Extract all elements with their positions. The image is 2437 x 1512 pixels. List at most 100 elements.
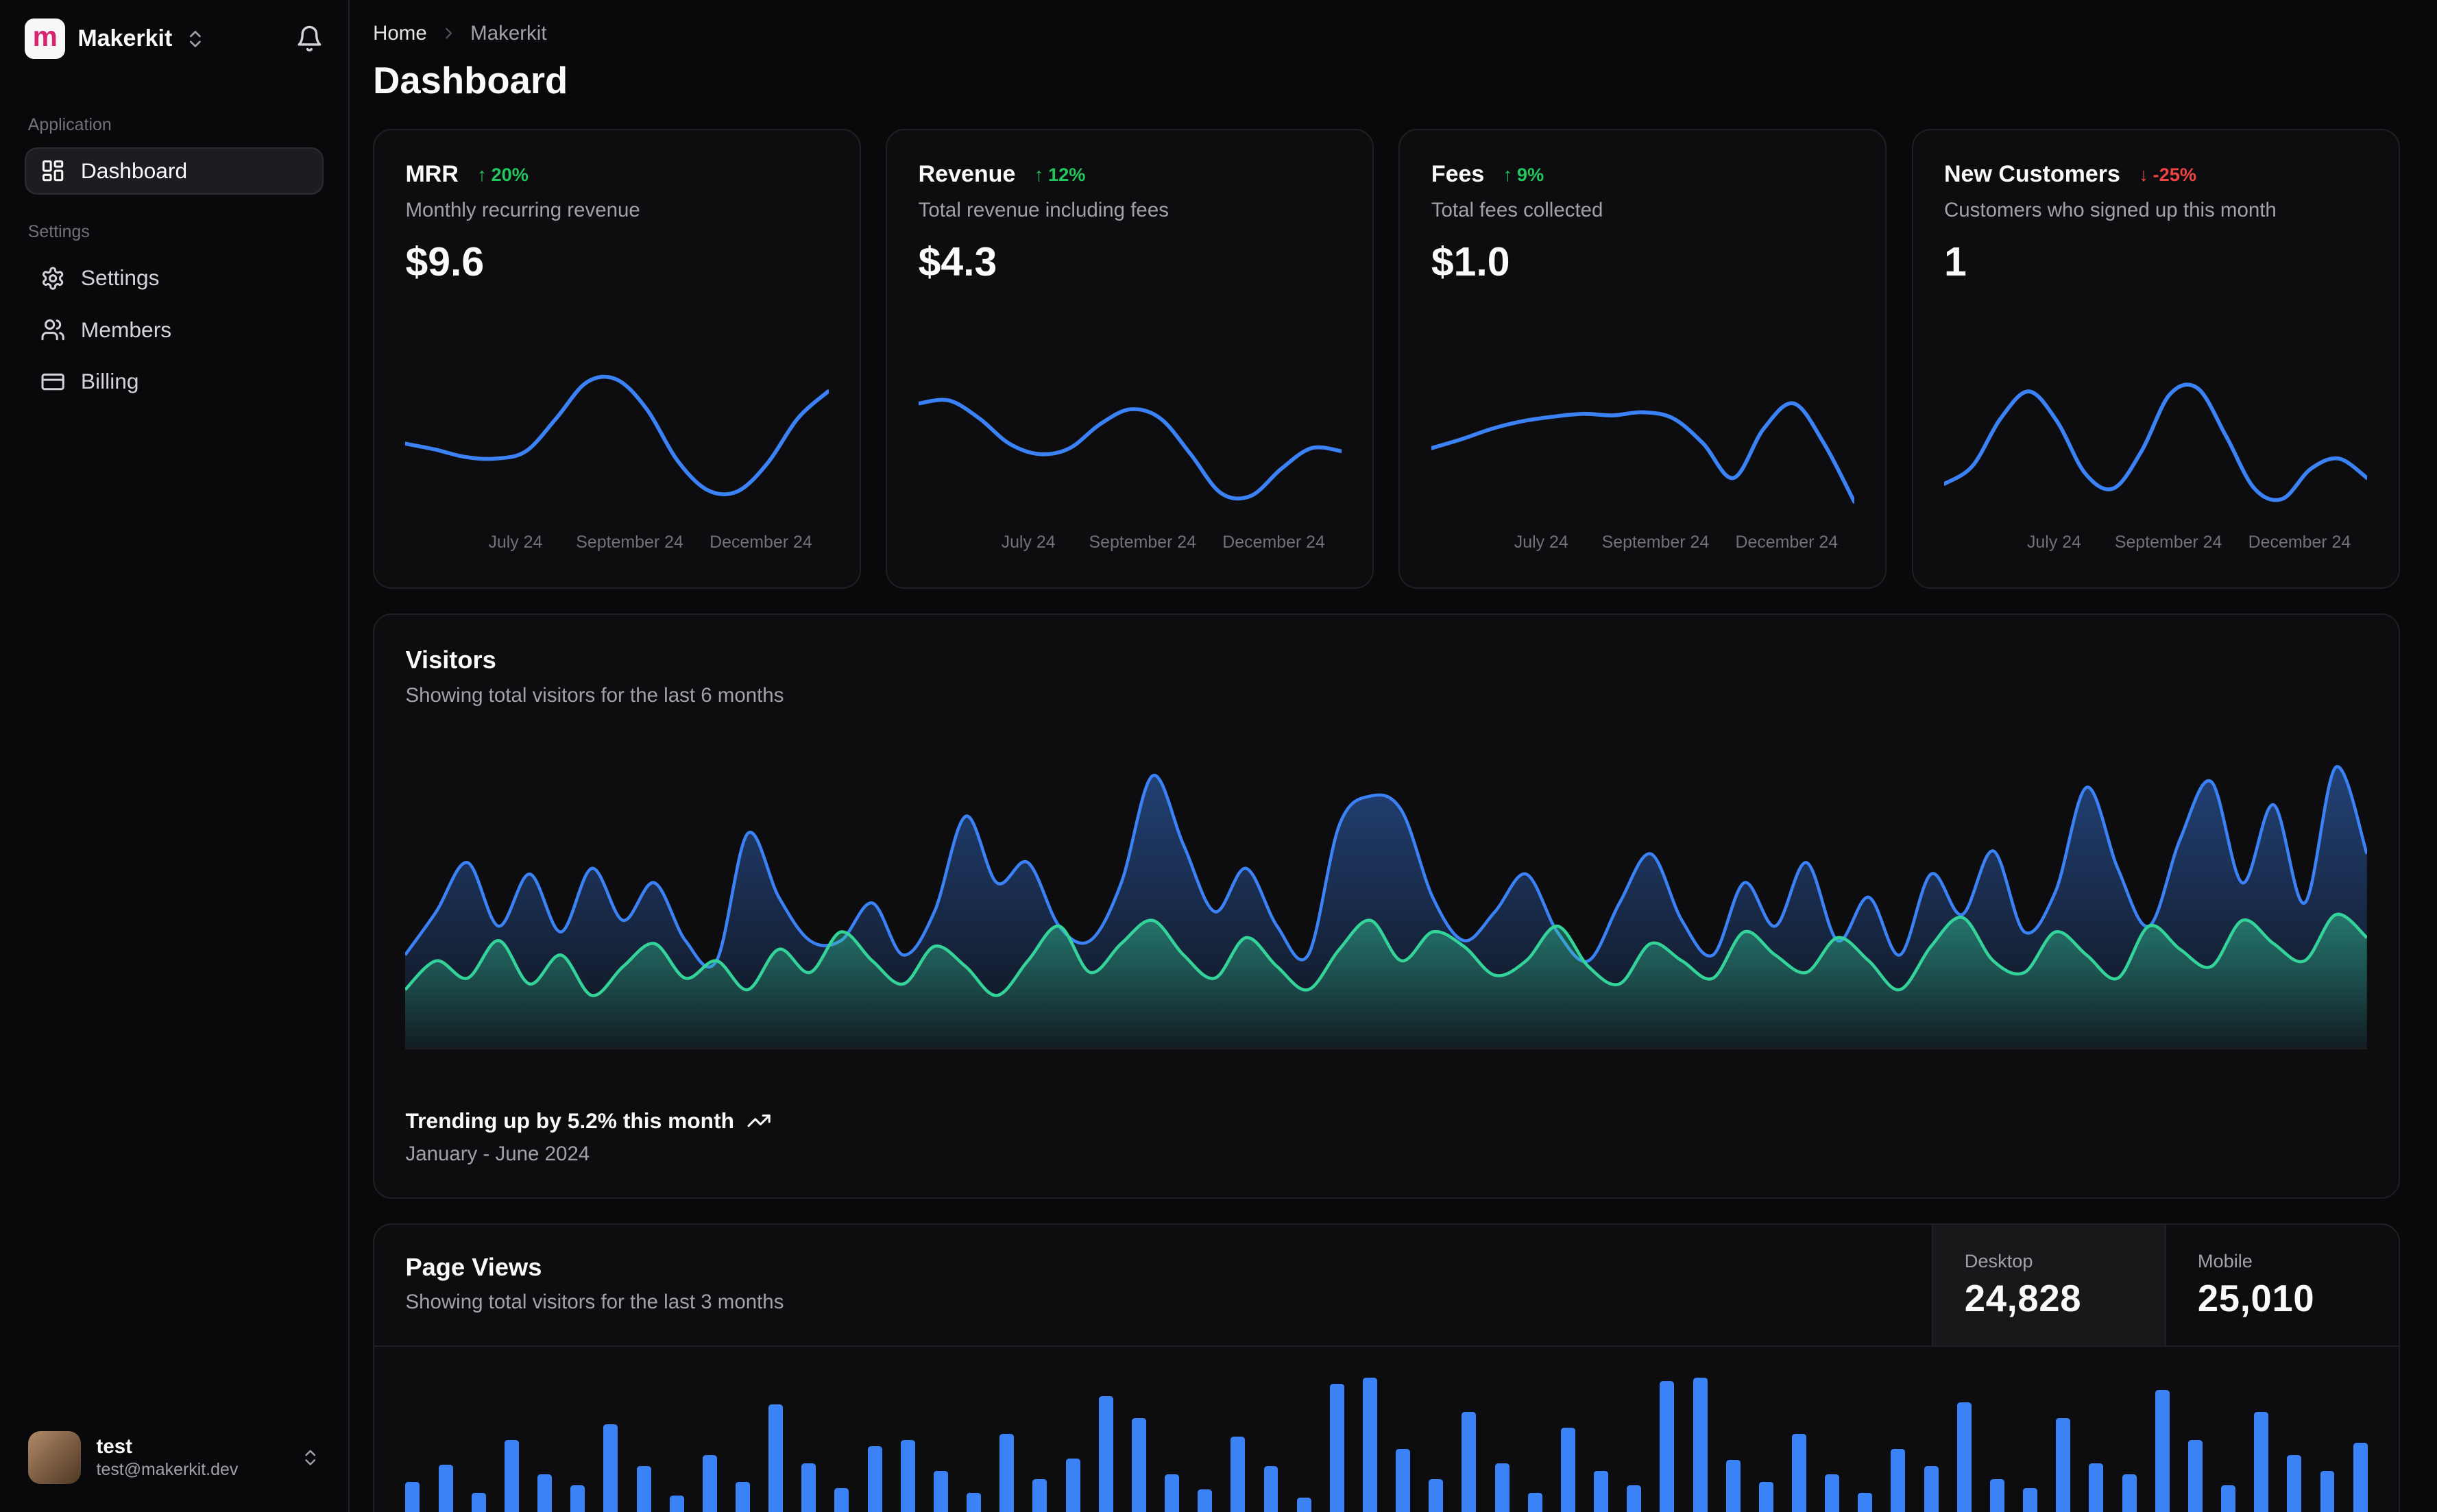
sparkline-svg <box>405 375 829 497</box>
notifications-button[interactable] <box>295 25 324 53</box>
pageviews-bar <box>867 1446 882 1512</box>
trend-note: Trending up by 5.2% this month <box>405 1108 735 1133</box>
trend-arrow-icon: ↑ <box>1034 163 1044 185</box>
pageviews-bar <box>669 1496 684 1512</box>
sparkline-chart-fees: July 24 September 24 December 24 <box>1431 352 1855 557</box>
pageviews-bar <box>1263 1466 1278 1512</box>
visitors-title: Visitors <box>405 646 496 674</box>
user-name: test <box>96 1435 132 1459</box>
pageviews-bar <box>1198 1489 1213 1512</box>
main-content: Home Makerkit Dashboard MRR ↑ 20% Monthl… <box>350 0 2437 1512</box>
sparkline-svg <box>1431 401 1855 504</box>
pageviews-bar <box>603 1424 618 1512</box>
pageviews-bar <box>636 1466 651 1512</box>
trend-value: -25% <box>2153 163 2197 185</box>
sparkline-svg <box>918 398 1342 501</box>
pageviews-bar <box>1924 1466 1939 1512</box>
trend-badge: ↑ 9% <box>1503 164 1544 186</box>
pageviews-bar <box>1594 1471 1609 1512</box>
dashboard-icon <box>42 160 64 182</box>
user-menu[interactable]: test test@makerkit.dev <box>25 1425 324 1490</box>
date-range: January - June 2024 <box>405 1143 590 1166</box>
stat-toggle-mobile[interactable]: Mobile 25,010 <box>2165 1225 2398 1345</box>
visitors-card: Visitors Showing total visitors for the … <box>373 613 2400 1199</box>
stat-toggle-value: 25,010 <box>2197 1277 2315 1319</box>
pageviews-bar <box>1989 1478 2004 1512</box>
pageviews-bar <box>2187 1439 2203 1512</box>
trend-arrow-icon: ↓ <box>2139 163 2148 185</box>
visitors-footer: Trending up by 5.2% this month January -… <box>405 1108 2367 1167</box>
sidebar-item-members[interactable]: Members <box>25 306 324 354</box>
avatar <box>27 1431 81 1485</box>
workspace-selector[interactable]: m Makerkit <box>25 19 206 60</box>
stat-value: $1.0 <box>1431 239 1510 284</box>
trend-arrow-icon: ↑ <box>1503 163 1513 185</box>
sidebar-item-settings[interactable]: Settings <box>25 255 324 302</box>
stat-description: Monthly recurring revenue <box>405 198 640 221</box>
user-email: test@makerkit.dev <box>96 1460 239 1480</box>
chevron-right-icon <box>445 27 452 39</box>
stat-description: Total revenue including fees <box>918 198 1169 221</box>
workspace-name: Makerkit <box>77 25 173 52</box>
x-tick: September 24 <box>1089 533 1197 552</box>
billing-icon <box>41 373 64 390</box>
stat-toggle-label: Desktop <box>1964 1250 2033 1272</box>
stat-card-fees: Fees ↑ 9% Total fees collected $1.0 July… <box>1398 128 1887 589</box>
pageviews-bar <box>1329 1384 1344 1512</box>
trending-up-icon <box>747 1114 771 1127</box>
pageviews-bar <box>537 1474 553 1512</box>
stat-title: Revenue <box>918 161 1016 187</box>
pageviews-bar <box>768 1404 784 1512</box>
stat-toggle-desktop[interactable]: Desktop 24,828 <box>1932 1225 2166 1345</box>
stat-card-revenue: Revenue ↑ 12% Total revenue including fe… <box>886 128 1374 589</box>
pageviews-bar <box>1362 1378 1377 1512</box>
breadcrumb-home[interactable]: Home <box>373 22 427 45</box>
pageviews-bar <box>736 1482 750 1512</box>
pageviews-bar <box>1858 1492 1873 1512</box>
pageviews-bar <box>2320 1471 2335 1512</box>
trend-badge: ↑ 12% <box>1034 164 1086 186</box>
pageviews-bar <box>1627 1485 1642 1512</box>
stat-title: MRR <box>405 161 459 187</box>
pageviews-bar <box>2155 1390 2170 1512</box>
pageviews-bar <box>1494 1463 1510 1512</box>
pageviews-bar <box>1032 1478 1047 1512</box>
x-axis-labels: July 24 September 24 December 24 <box>405 528 828 557</box>
section-label-application: Application <box>27 114 112 134</box>
sidebar-item-label: Billing <box>80 369 139 394</box>
pageviews-bar <box>999 1433 1015 1512</box>
pageviews-bar <box>471 1492 486 1512</box>
pageviews-bar <box>1396 1449 1411 1512</box>
stat-card-new-customers: New Customers ↓ -25% Customers who signe… <box>1911 128 2400 589</box>
trend-badge: ↓ -25% <box>2139 164 2196 186</box>
pageviews-bar <box>1098 1396 1113 1512</box>
page-title: Dashboard <box>373 60 568 102</box>
stat-value: $9.6 <box>405 239 485 284</box>
x-axis-labels: July 24 September 24 December 24 <box>1944 528 2367 557</box>
pageviews-bar <box>1758 1482 1773 1512</box>
sidebar-item-label: Members <box>80 317 172 342</box>
sparkline-chart-new-customers: July 24 September 24 December 24 <box>1943 352 2368 557</box>
sidebar: m Makerkit Application Dashboard Setting… <box>0 0 350 1512</box>
sidebar-item-dashboard[interactable]: Dashboard <box>25 147 324 195</box>
pageviews-bar <box>570 1485 585 1512</box>
chevrons-up-down-icon <box>305 1450 315 1465</box>
members-icon <box>41 319 64 341</box>
x-axis-labels: July 24 September 24 December 24 <box>1431 528 1854 557</box>
stat-description: Customers who signed up this month <box>1943 198 2277 221</box>
breadcrumb-current: Makerkit <box>470 21 547 45</box>
makerkit-logo: m <box>25 19 66 60</box>
gear-icon <box>42 267 64 290</box>
stat-title: Fees <box>1431 161 1485 187</box>
x-tick: December 24 <box>1735 533 1839 552</box>
sidebar-item-billing[interactable]: Billing <box>25 358 324 406</box>
pageviews-subtitle: Showing total visitors for the last 3 mo… <box>405 1291 784 1314</box>
pageviews-bar <box>2023 1488 2038 1512</box>
pageviews-bar <box>1560 1427 1575 1512</box>
stat-card-mrr: MRR ↑ 20% Monthly recurring revenue $9.6… <box>373 128 862 589</box>
pageviews-bar <box>2056 1418 2071 1512</box>
pageviews-bar <box>2122 1474 2137 1512</box>
pageviews-title: Page Views <box>405 1252 542 1281</box>
trend-value: 12% <box>1047 163 1086 185</box>
pageviews-bar <box>1296 1497 1311 1512</box>
